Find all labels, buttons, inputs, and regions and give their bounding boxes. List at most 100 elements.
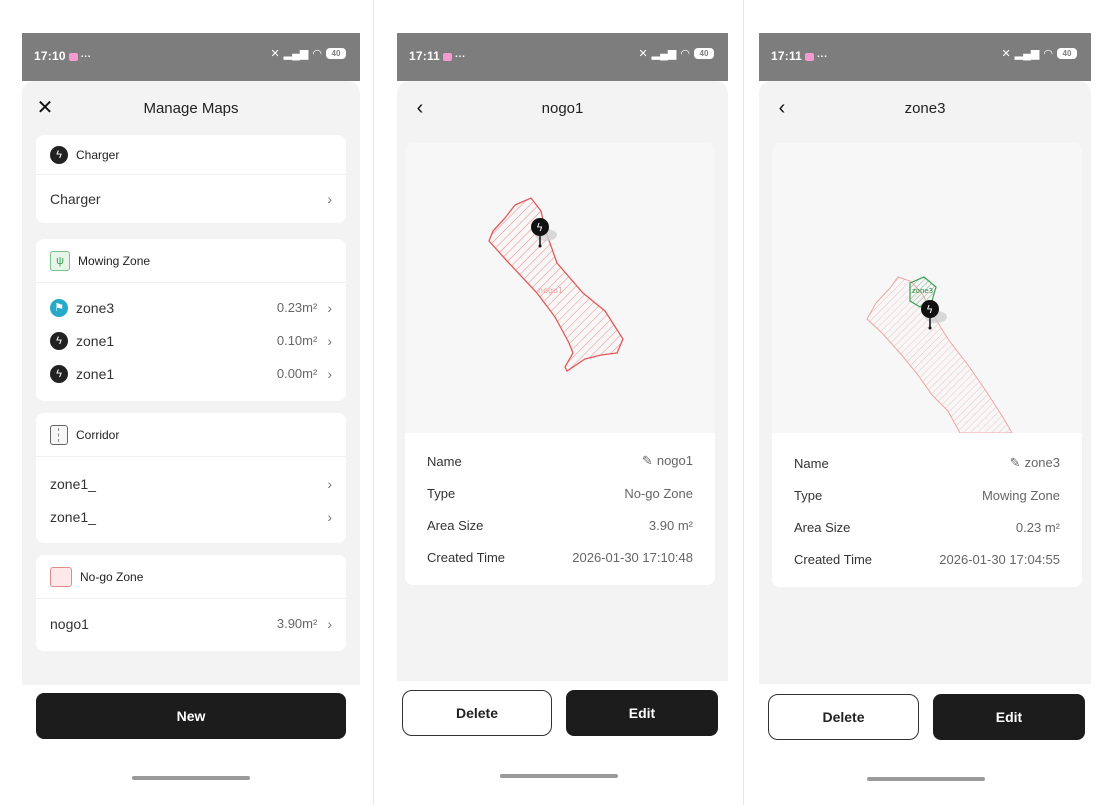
home-indicator[interactable]	[132, 776, 250, 780]
battery-icon: 40	[694, 48, 714, 59]
info-label: Type	[794, 487, 823, 503]
page-title: Manage Maps	[143, 100, 239, 117]
item-area: 0.00m²	[276, 366, 318, 381]
info-row-area: Area Size 0.23 m²	[794, 517, 1060, 537]
item-label: zone1	[76, 365, 115, 382]
list-item-corridor[interactable]: zone1_ ›	[36, 467, 346, 500]
signal-icon: ▂▄▆	[283, 48, 309, 60]
item-area: 0.23m²	[276, 300, 318, 315]
status-time: 17:10	[34, 49, 66, 63]
charger-section: ϟ Charger Charger ›	[36, 135, 346, 223]
info-card: Name ✎ zone3 Type Mowing Zone Area Size 0…	[772, 433, 1082, 587]
section-title: Corridor	[76, 427, 120, 442]
detail-sheet: ‹ zone3 zone3 ϟ Name ✎ zone3 Type Mowing…	[759, 81, 1091, 684]
list-item-zone[interactable]: ϟ zone1 0.00m² ›	[36, 357, 346, 390]
lightning-icon: ϟ	[50, 145, 68, 164]
info-value: zone3	[1024, 455, 1060, 470]
map-view[interactable]: zone3 ϟ	[772, 143, 1082, 433]
map-zone-label: zone3	[912, 287, 933, 295]
item-label: zone1_	[50, 508, 96, 525]
pencil-icon: ✎	[1009, 455, 1021, 470]
status-bar: 17:11 ··· ✕ ▂▄▆ ◠ 40	[397, 33, 728, 81]
info-value: 0.23 m²	[1015, 519, 1060, 535]
mowing-zone-section: ψ Mowing Zone ⚑ zone3 0.23m² › ϟ zone1 0.10…	[36, 239, 346, 401]
info-label: Name	[794, 455, 829, 471]
wifi-icon: ◠	[312, 48, 322, 60]
map-zone-label: nogo1	[538, 286, 563, 295]
chevron-right-icon: ›	[327, 299, 332, 316]
header: ✕ Manage Maps	[22, 81, 360, 137]
map-view[interactable]: ϟ nogo1	[405, 143, 715, 433]
new-button[interactable]: New	[36, 693, 346, 739]
info-value: Mowing Zone	[981, 487, 1060, 503]
info-row-created: Created Time 2026-01-30 17:10:48	[427, 547, 693, 567]
signal-icon: ▂▄▆	[1014, 48, 1040, 60]
info-label: Area Size	[794, 519, 851, 535]
lightning-icon: ϟ	[50, 331, 68, 350]
name-edit-field[interactable]: ✎ zone3	[1010, 455, 1060, 471]
chevron-right-icon: ›	[327, 365, 332, 382]
map-canvas: zone3 ϟ	[866, 276, 1013, 433]
info-row-created: Created Time 2026-01-30 17:04:55	[794, 549, 1060, 569]
mute-icon: ✕	[638, 48, 648, 60]
svg-text:ϟ: ϟ	[926, 303, 933, 316]
pencil-icon: ✎	[641, 453, 653, 468]
section-title: No-go Zone	[80, 569, 144, 584]
nogo-zone-polygon	[488, 197, 624, 372]
list-item-zone[interactable]: ⚑ zone3 0.23m² ›	[36, 291, 346, 324]
info-label: Type	[427, 485, 456, 501]
info-card: Name ✎ nogo1 Type No-go Zone Area Size 3.…	[405, 433, 715, 585]
info-row-type: Type No-go Zone	[427, 483, 693, 503]
info-value: nogo1	[656, 453, 693, 468]
edit-button[interactable]: Edit	[933, 694, 1085, 740]
notification-icon	[805, 52, 815, 61]
svg-text:ϟ: ϟ	[536, 221, 543, 234]
name-edit-field[interactable]: ✎ nogo1	[642, 453, 693, 469]
edit-button[interactable]: Edit	[566, 690, 718, 736]
list-item-nogo[interactable]: nogo1 3.90m² ›	[36, 607, 346, 640]
status-bar: 17:11 ··· ✕ ▂▄▆ ◠ 40	[759, 33, 1091, 81]
detail-sheet: ‹ nogo1 ϟ nogo1 Name ✎ nogo1 Type No-go …	[397, 81, 728, 681]
mute-icon: ✕	[1001, 48, 1011, 60]
corridor-icon	[50, 424, 68, 445]
info-value: 2026-01-30 17:04:55	[939, 551, 1060, 567]
item-label: zone1_	[50, 475, 96, 492]
notification-icon	[443, 52, 453, 61]
status-bar: 17:10 ··· ✕ ▂▄▆ ◠ 40	[22, 33, 360, 81]
nogo-zone-section: No-go Zone nogo1 3.90m² ›	[36, 555, 346, 651]
page-title: nogo1	[541, 100, 584, 117]
info-row-name: Name ✎ nogo1	[427, 451, 693, 471]
info-label: Created Time	[794, 551, 873, 567]
battery-icon: 40	[1057, 48, 1077, 59]
list-item-corridor[interactable]: zone1_ ›	[36, 500, 346, 533]
page-title: zone3	[904, 100, 946, 117]
info-row-area: Area Size 3.90 m²	[427, 515, 693, 535]
status-time: 17:11	[409, 49, 441, 63]
header: ‹ zone3	[759, 81, 1091, 137]
list-item-charger[interactable]: Charger ›	[36, 175, 346, 223]
info-row-name: Name ✎ zone3	[794, 453, 1060, 473]
list-item-zone[interactable]: ϟ zone1 0.10m² ›	[36, 324, 346, 357]
wifi-icon: ◠	[680, 48, 690, 60]
home-indicator[interactable]	[500, 774, 618, 778]
delete-button[interactable]: Delete	[768, 694, 919, 740]
info-label: Name	[427, 453, 462, 469]
chevron-right-icon: ›	[327, 332, 332, 349]
manage-maps-sheet: ✕ Manage Maps ϟ Charger Charger › ψ Mowing…	[22, 81, 360, 685]
panel-detail-nogo: 17:11 ··· ✕ ▂▄▆ ◠ 40 ‹ nogo1 ϟ nogo1 Nam…	[374, 0, 743, 805]
map-canvas: ϟ nogo1	[488, 197, 624, 372]
corridor-section: Corridor zone1_ › zone1_ ›	[36, 413, 346, 543]
delete-button[interactable]: Delete	[402, 690, 552, 736]
panel-detail-zone3: 17:11 ··· ✕ ▂▄▆ ◠ 40 ‹ zone3 zone3 ϟ Nam…	[744, 0, 1101, 805]
battery-icon: 40	[326, 48, 346, 59]
info-value: No-go Zone	[624, 485, 693, 501]
status-time: 17:11	[771, 49, 803, 63]
mute-icon: ✕	[270, 48, 280, 60]
info-value: 3.90 m²	[648, 517, 693, 533]
notification-icon	[68, 52, 78, 61]
item-label: zone1	[76, 332, 115, 349]
item-label: Charger	[50, 191, 101, 207]
chevron-right-icon: ›	[327, 191, 332, 207]
info-row-type: Type Mowing Zone	[794, 485, 1060, 505]
home-indicator[interactable]	[867, 777, 985, 781]
